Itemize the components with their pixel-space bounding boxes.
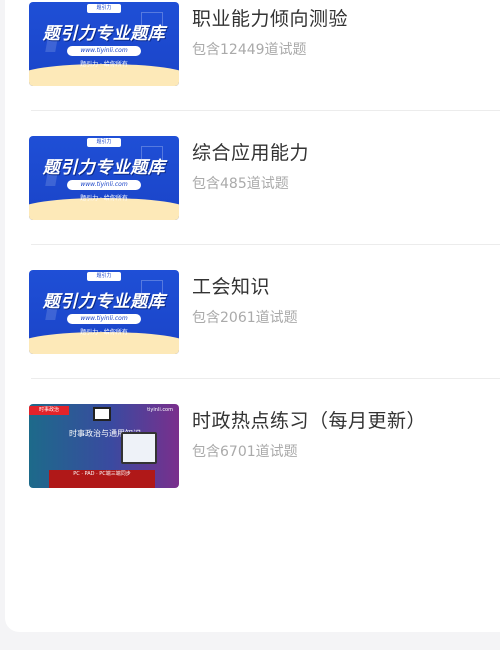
divider <box>31 378 500 379</box>
question-bank-list: 题引力 题引力专业题库 www.tiyinli.com 题引力 · 给你所有 职… <box>29 2 500 538</box>
qr-code-icon <box>93 407 111 421</box>
thumbnail-slogan: 题引力 · 给你所有 <box>80 61 128 68</box>
thumbnail-url: www.tiyinli.com <box>67 46 141 56</box>
thumbnail-site: tiyinli.com <box>147 407 173 413</box>
brand-logo: 题引力 <box>87 272 121 281</box>
list-item[interactable]: 题引力 题引力专业题库 www.tiyinli.com 题引力 · 给你所有 工… <box>29 270 500 404</box>
thumbnail-title: 题引力专业题库 <box>42 292 166 312</box>
thumbnail-slogan: 题引力 · 给你所有 <box>80 195 128 202</box>
list-item[interactable]: 题引力 题引力专业题库 www.tiyinli.com 题引力 · 给你所有 综… <box>29 136 500 270</box>
item-title[interactable]: 工会知识 <box>192 272 270 299</box>
item-count: 包含6701道试题 <box>192 444 298 460</box>
thumbnail-slogan: 题引力 · 给你所有 <box>80 329 128 336</box>
list-item[interactable]: 时事政治 tiyinli.com 时事政治与通用知识 PC · PAD · PC… <box>29 404 500 538</box>
thumbnail-image: 题引力 题引力专业题库 www.tiyinli.com 题引力 · 给你所有 <box>29 136 179 220</box>
thumbnail-title: 题引力专业题库 <box>42 24 166 44</box>
thumbnail-url: www.tiyinli.com <box>67 180 141 190</box>
thumbnail-image: 题引力 题引力专业题库 www.tiyinli.com 题引力 · 给你所有 <box>29 2 179 86</box>
brand-logo: 题引力 <box>87 4 121 13</box>
divider <box>31 244 500 245</box>
item-title[interactable]: 综合应用能力 <box>192 138 309 165</box>
item-count: 包含12449道试题 <box>192 42 307 58</box>
thumbnail-tag: 时事政治 <box>29 406 69 415</box>
thumbnail-image: 时事政治 tiyinli.com 时事政治与通用知识 PC · PAD · PC… <box>29 404 179 488</box>
device-screen-icon <box>121 432 157 464</box>
list-item[interactable]: 题引力 题引力专业题库 www.tiyinli.com 题引力 · 给你所有 职… <box>29 2 500 136</box>
thumbnail-banner: PC · PAD · PC端三端同步 <box>49 470 155 488</box>
brand-logo: 题引力 <box>87 138 121 147</box>
thumbnail-title: 题引力专业题库 <box>42 158 166 178</box>
divider <box>31 110 500 111</box>
item-count: 包含2061道试题 <box>192 310 298 326</box>
item-count: 包含485道试题 <box>192 176 289 192</box>
item-title[interactable]: 时政热点练习（每月更新） <box>192 406 426 433</box>
thumbnail-url: www.tiyinli.com <box>67 314 141 324</box>
content-card: 题引力 题引力专业题库 www.tiyinli.com 题引力 · 给你所有 职… <box>5 0 500 632</box>
item-title[interactable]: 职业能力倾向测验 <box>192 4 348 31</box>
thumbnail-image: 题引力 题引力专业题库 www.tiyinli.com 题引力 · 给你所有 <box>29 270 179 354</box>
